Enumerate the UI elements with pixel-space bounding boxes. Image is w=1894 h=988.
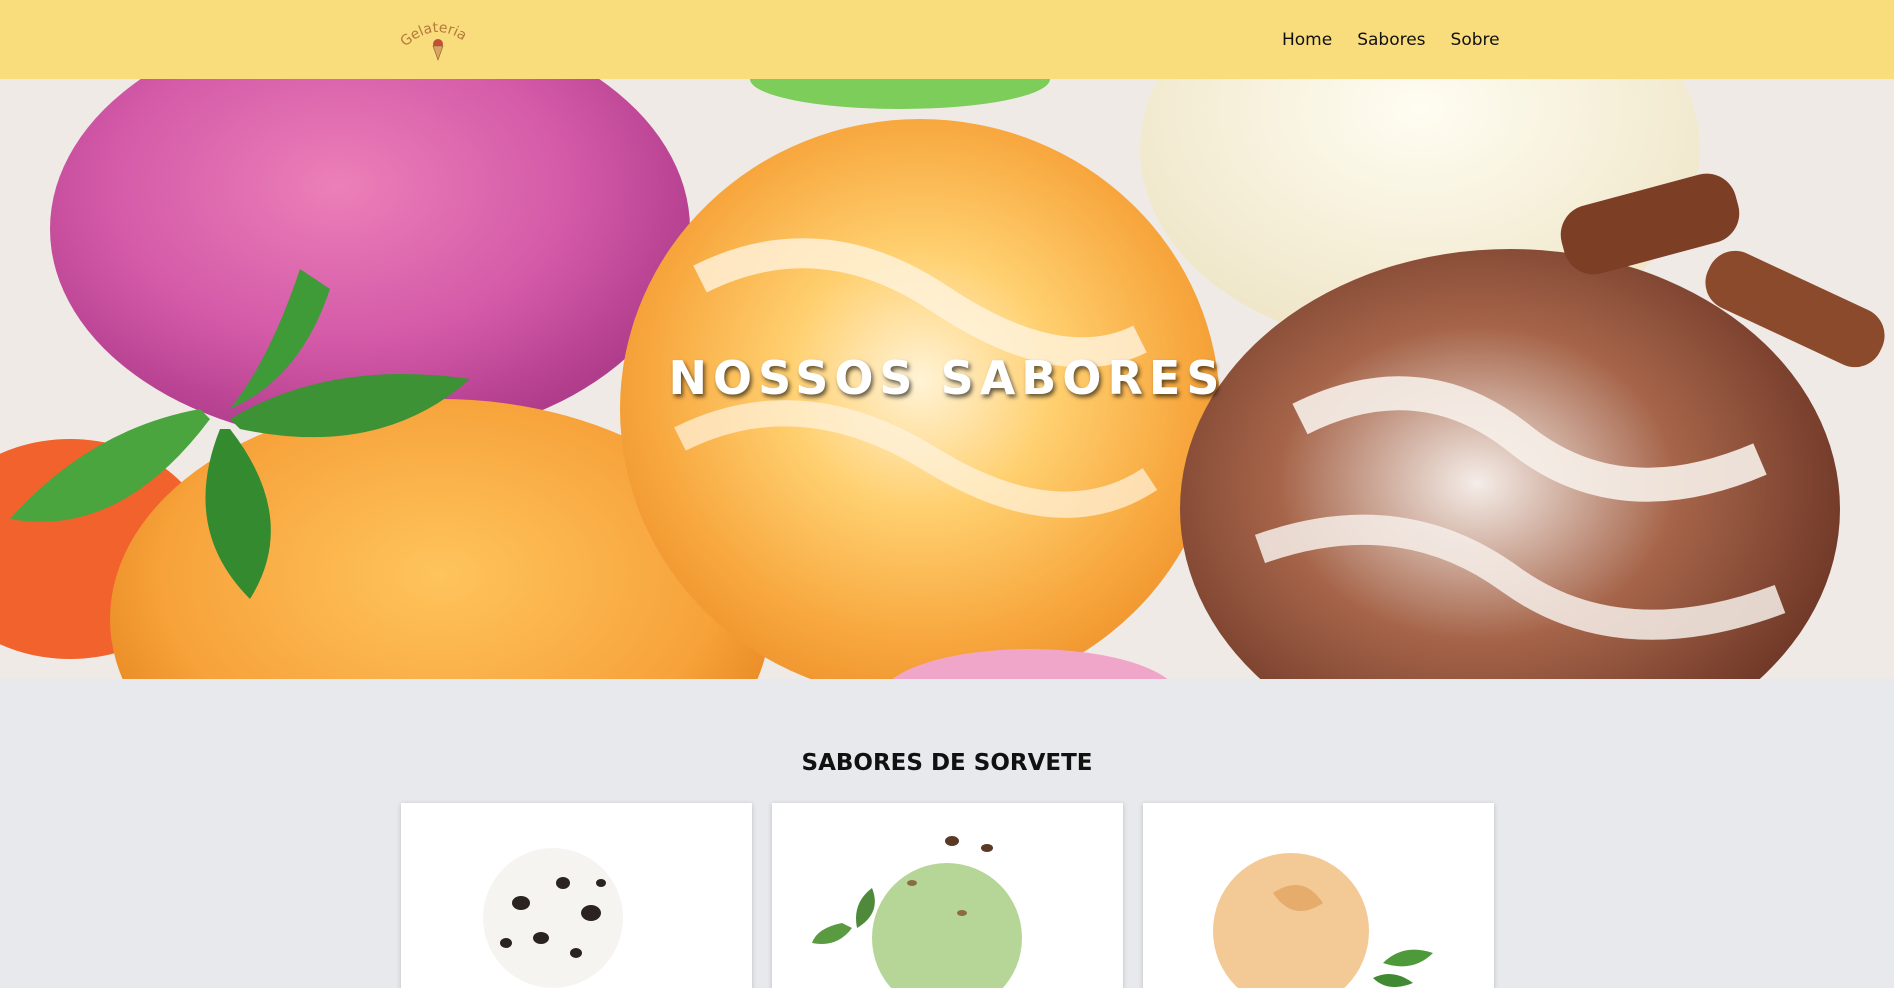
flavor-card-caramel[interactable] <box>1143 803 1494 988</box>
nav-sobre[interactable]: Sobre <box>1451 30 1500 50</box>
flavor-card-cookies[interactable] <box>401 803 752 988</box>
pistachio-scoop-image <box>812 836 1022 988</box>
main-nav: Home Sabores Sobre <box>1282 0 1525 79</box>
hero-title: NOSSOS SABORES <box>668 351 1226 405</box>
nav-sabores[interactable]: Sabores <box>1357 30 1425 50</box>
gelateria-logo[interactable]: Gelateria <box>397 14 478 66</box>
cookies-cream-scoop-image <box>483 848 623 988</box>
flavor-card-pistachio[interactable] <box>772 803 1123 988</box>
hero-banner: NOSSOS SABORES <box>0 79 1894 679</box>
site-header: Gelateria Home Sabores Sobre <box>0 0 1894 79</box>
caramel-scoop-image <box>1213 853 1433 988</box>
flavor-cards <box>401 803 1494 988</box>
section-title: SABORES DE SORVETE <box>801 750 1093 776</box>
nav-home[interactable]: Home <box>1282 30 1332 50</box>
